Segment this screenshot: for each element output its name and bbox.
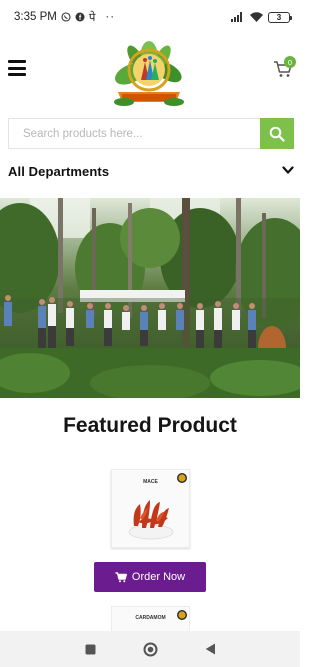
cart-icon — [115, 571, 127, 582]
chevron-down-icon — [282, 162, 294, 180]
hero-banner-image — [0, 198, 300, 398]
totakashi-logo[interactable] — [110, 36, 188, 112]
recents-square-icon[interactable] — [80, 639, 100, 659]
search-button[interactable] — [260, 118, 294, 149]
status-notification-pe: पे — [88, 11, 96, 24]
back-triangle-icon[interactable] — [200, 639, 220, 659]
whatsapp-icon — [61, 12, 71, 22]
featured-product-heading: Featured Product — [63, 414, 237, 437]
wifi-icon — [250, 12, 263, 22]
order-now-button[interactable]: Order Now — [94, 562, 206, 592]
battery-level: 3 — [276, 12, 282, 22]
status-right: 3 — [231, 11, 292, 23]
cart-count-badge: 0 — [284, 56, 296, 68]
status-more: ·· — [105, 11, 116, 23]
home-circle-icon[interactable] — [140, 639, 160, 659]
search-icon — [269, 126, 285, 142]
hamburger-menu-icon[interactable] — [8, 60, 26, 76]
search-input[interactable] — [8, 118, 260, 149]
site-header: 0 — [0, 34, 300, 114]
status-left: 3:35 PM f पे ·· — [14, 10, 115, 25]
order-now-label: Order Now — [131, 571, 186, 583]
departments-label: All Departments — [8, 163, 110, 179]
all-departments-dropdown[interactable]: All Departments — [8, 160, 294, 182]
system-navigation-bar — [0, 631, 300, 667]
search-bar — [8, 118, 294, 149]
signal-icon — [231, 12, 245, 22]
battery-icon: 3 — [268, 11, 292, 23]
product-image-mace[interactable]: MACE — [111, 469, 190, 548]
status-time: 3:35 PM — [14, 11, 57, 23]
facebook-icon: f — [75, 12, 85, 22]
status-bar: 3:35 PM f पे ·· 3 — [0, 0, 300, 34]
